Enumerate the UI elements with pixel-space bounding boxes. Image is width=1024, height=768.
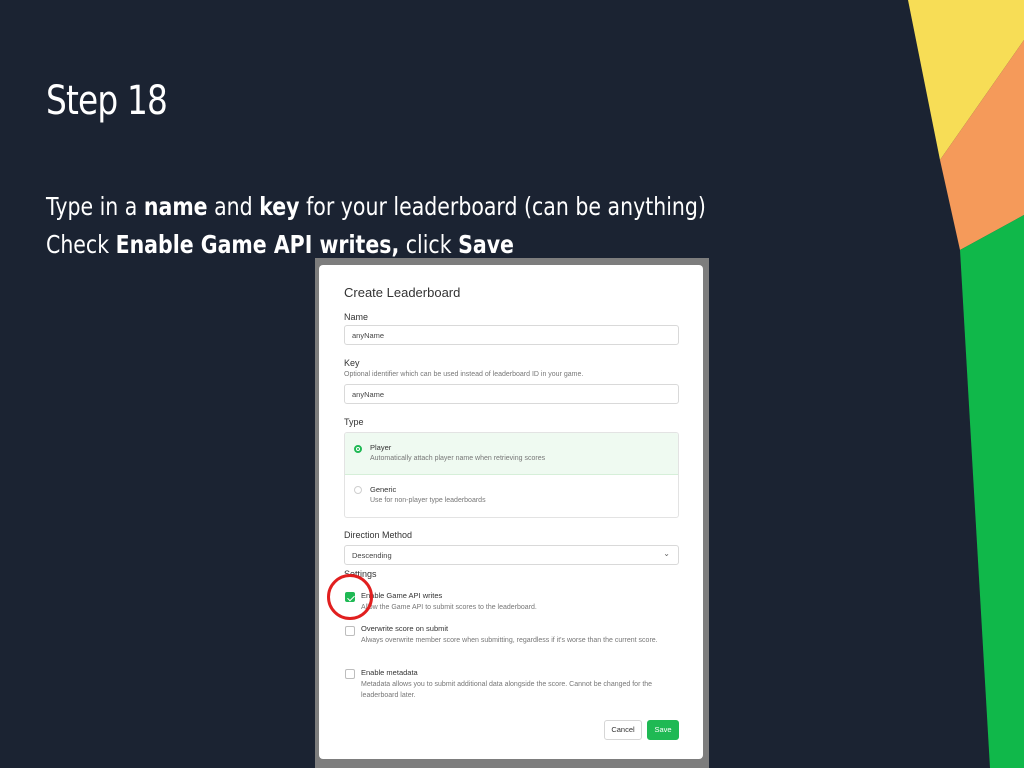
type-option-player[interactable]: Player Automatically attach player name … xyxy=(345,433,678,475)
slide-instructions: Type in a name and key for your leaderbo… xyxy=(46,188,706,264)
key-hint: Optional identifier which can be used in… xyxy=(344,371,584,378)
radio-unselected-icon xyxy=(354,486,362,494)
name-label: Name xyxy=(344,312,369,322)
type-option-desc: Use for non-player type leaderboards xyxy=(370,497,486,504)
dialog-title: Create Leaderboard xyxy=(344,285,461,300)
direction-value: Descending xyxy=(352,551,392,560)
direction-select[interactable]: Descending ⌄ xyxy=(344,545,679,565)
type-option-name: Player xyxy=(370,443,392,452)
type-option-name: Generic xyxy=(370,485,397,494)
radio-selected-icon xyxy=(354,445,362,453)
option-name: Overwrite score on submit xyxy=(361,624,449,633)
slide-title: Step 18 xyxy=(46,78,168,124)
deco-green-shape xyxy=(960,215,1024,768)
key-input[interactable]: anyName xyxy=(344,384,679,404)
option-desc: Allow the Game API to submit scores to t… xyxy=(361,604,537,611)
option-desc: Always overwrite member score when submi… xyxy=(361,637,658,644)
instruction-line-1: Type in a name and key for your leaderbo… xyxy=(46,192,706,221)
save-button[interactable]: Save xyxy=(647,720,679,740)
direction-label: Direction Method xyxy=(344,530,413,540)
key-label: Key xyxy=(344,358,360,368)
cancel-button[interactable]: Cancel xyxy=(604,720,642,740)
type-label: Type xyxy=(344,417,364,427)
chevron-down-icon: ⌄ xyxy=(663,549,670,558)
option-name: Enable metadata xyxy=(361,668,418,677)
enable-metadata-checkbox[interactable] xyxy=(345,669,355,679)
type-option-generic[interactable]: Generic Use for non-player type leaderbo… xyxy=(345,475,678,517)
type-option-desc: Automatically attach player name when re… xyxy=(370,455,546,462)
type-radio-group: Player Automatically attach player name … xyxy=(344,432,679,518)
option-name: Enable Game API writes xyxy=(361,591,443,600)
name-input[interactable]: anyName xyxy=(344,325,679,345)
highlight-circle xyxy=(327,574,373,620)
option-desc: Metadata allows you to submit additional… xyxy=(361,681,653,699)
create-leaderboard-dialog: Create Leaderboard Name anyName Key Opti… xyxy=(319,265,703,759)
overwrite-score-checkbox[interactable] xyxy=(345,626,355,636)
